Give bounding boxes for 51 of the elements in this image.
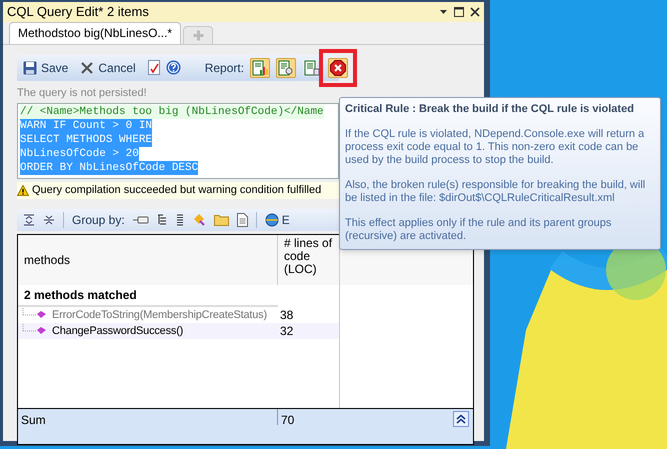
validate-button[interactable]: [148, 60, 160, 75]
save-button[interactable]: Save: [23, 58, 68, 76]
column-header[interactable]: methods: [18, 235, 278, 285]
table-cell-text: 70: [280, 412, 296, 429]
report-label: Report:: [204, 60, 244, 76]
table-cell-text: 38: [279, 307, 294, 323]
close-icon: [80, 60, 94, 74]
tooltip-text: Also, the broken rule(s) responsible for breaking the build, will be listed in the file: $dirOut$\CQLRuleCriticalResult.xml: [345, 179, 646, 205]
report-button[interactable]: [276, 58, 296, 78]
tab[interactable]: Methodstoo big(NbLinesO...*: [9, 22, 182, 44]
tag-icon[interactable]: [192, 213, 206, 227]
globe-icon: [264, 213, 279, 227]
tooltip-title: Critical Rule : Break the build if the CQL rule is violated: [345, 102, 635, 116]
table-row[interactable]: ErrorCodeToString(MembershipCreateStatus): [18, 307, 278, 323]
document-check-icon: [148, 60, 160, 75]
namespace-tree-icon[interactable]: [156, 214, 168, 226]
folder-icon[interactable]: [214, 214, 229, 226]
window-title: CQL Query Edit* 2 items: [7, 3, 149, 21]
table-row[interactable]: ChangePasswordSuccess(): [18, 323, 278, 339]
close-icon[interactable]: [470, 6, 480, 17]
tooltip-text: If the CQL rule is violated, NDepend.Console.exe will return a process exit code equal to 1. This non-zero exit code can be used by the build process to stop the build.: [345, 128, 646, 167]
code-editor[interactable]: // <Name>Methods too big (NbLinesOfCode)</Name WARN IF Count > 0 IN SELECT METHODS WHERE NbLinesOfCode > 20 ORDER BY NbLinesOfCode DESC: [17, 103, 339, 179]
report-magnifier-icon: [278, 60, 294, 76]
table-cell: 32: [278, 323, 339, 339]
export-button[interactable]: E: [264, 211, 290, 229]
group-header: 2 methods matched: [18, 285, 278, 307]
status-message: The query is not persisted!: [17, 86, 148, 100]
collapse-all-icon[interactable]: [43, 214, 55, 226]
table-cell: Sum: [18, 409, 278, 425]
document-icon[interactable]: [236, 213, 248, 227]
tooltip-text: This effect applies only if the rule and its parent groups (recursive) are activated.: [345, 217, 612, 243]
expand-all-icon[interactable]: [23, 214, 35, 226]
collapse-icon[interactable]: [453, 411, 469, 427]
report-chart-icon: [252, 60, 268, 76]
group-by-label: Group by:: [72, 212, 125, 229]
report-button[interactable]: [328, 58, 348, 78]
help-button[interactable]: [166, 60, 181, 75]
help-icon: [166, 60, 181, 75]
method-name: ErrorCodeToString(MembershipCreateStatus): [52, 308, 267, 323]
plus-icon: [192, 30, 204, 40]
dropdown-icon[interactable]: [439, 7, 448, 16]
method-name: ChangePasswordSuccess(): [52, 324, 184, 339]
report-button[interactable]: [250, 58, 270, 78]
warning-icon: [17, 185, 29, 196]
maximize-icon[interactable]: [454, 6, 464, 17]
critical-stop-icon: [330, 60, 346, 76]
cancel-button[interactable]: Cancel: [80, 58, 136, 76]
assembly-icon[interactable]: [132, 215, 149, 225]
type-list-icon[interactable]: [176, 214, 184, 226]
warning-message: Query compilation succeeded but warning condition fulfilled: [32, 183, 322, 198]
report-list-icon: [304, 60, 320, 76]
